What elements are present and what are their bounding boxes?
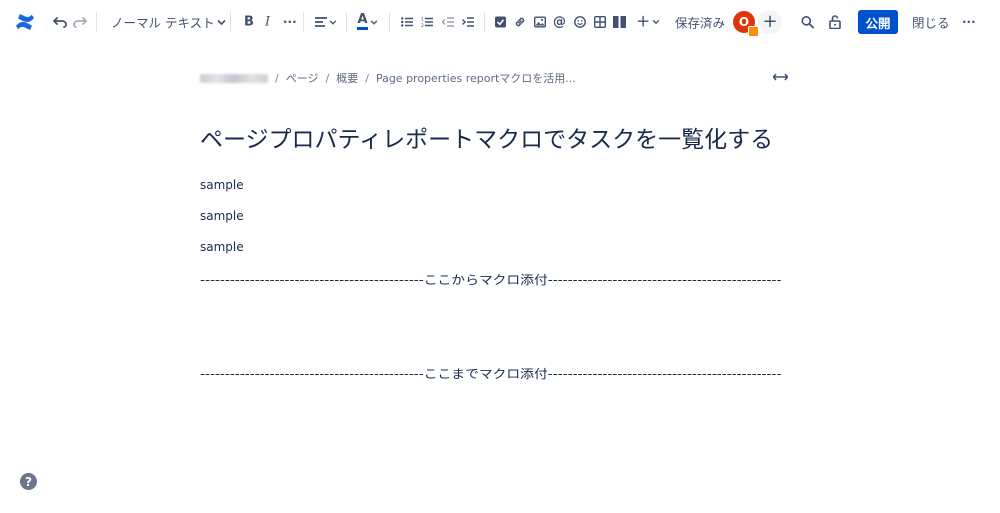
toolbar-divider (484, 12, 485, 32)
table-icon[interactable] (594, 16, 606, 28)
macro-end-marker[interactable]: ----------------------------------------… (200, 365, 781, 382)
toolbar-divider (230, 12, 231, 32)
toolbar-divider (389, 12, 390, 32)
bold-label: B (244, 14, 254, 30)
checkbox-icon[interactable] (495, 16, 506, 28)
invite-label: + (758, 10, 782, 34)
alignment-dropdown[interactable] (315, 17, 337, 27)
text-color-label: A (357, 12, 368, 27)
invite-button[interactable]: + (758, 10, 782, 34)
breadcrumb-item-current[interactable]: Page properties reportマクロを活用... (376, 70, 576, 86)
toolbar-divider (303, 12, 304, 32)
text-color-dropdown[interactable]: A (357, 12, 378, 30)
save-status: 保存済み (675, 13, 725, 32)
mention-button[interactable]: @ (553, 15, 566, 30)
help-icon[interactable]: ? (20, 473, 37, 490)
body-paragraph[interactable]: sample (200, 209, 244, 223)
close-label: 閉じる (912, 15, 950, 31)
chevron-down-icon (370, 19, 378, 25)
undo-icon[interactable] (53, 16, 67, 28)
chevron-down-icon (217, 19, 226, 25)
bold-button[interactable]: B (244, 15, 254, 30)
emoji-icon[interactable] (574, 16, 586, 28)
breadcrumb-item[interactable]: ページ (286, 70, 319, 86)
insert-dropdown[interactable]: + (636, 11, 660, 32)
publish-label: 公開 (858, 10, 898, 34)
help-label: ? (25, 474, 32, 489)
chevron-down-icon (652, 19, 660, 25)
mention-label: @ (553, 14, 566, 30)
more-formatting-button[interactable]: ··· (283, 15, 297, 29)
chevron-down-icon (329, 19, 337, 25)
breadcrumb-separator: / (275, 71, 279, 85)
layout-icon[interactable] (613, 16, 626, 28)
text-style-label: ノーマル テキスト (111, 15, 215, 31)
toolbar-divider (346, 12, 347, 32)
close-button[interactable]: 閉じる (912, 13, 950, 32)
breadcrumb-separator: / (365, 71, 369, 85)
text-style-dropdown[interactable]: ノーマル テキスト (111, 13, 226, 32)
svg-text:2: 2 (421, 23, 424, 28)
insert-label: + (636, 11, 651, 32)
outdent-icon[interactable] (442, 17, 454, 27)
numbered-list-icon[interactable]: 12 (421, 17, 433, 28)
toolbar-divider (96, 12, 97, 32)
publish-button[interactable]: 公開 (858, 10, 898, 34)
align-left-icon (315, 17, 327, 27)
image-icon[interactable] (534, 16, 546, 28)
avatar[interactable]: O (733, 11, 759, 37)
confluence-logo-icon[interactable] (15, 13, 35, 31)
more-formatting-label: ··· (283, 15, 297, 29)
body-paragraph[interactable]: sample (200, 240, 244, 254)
unlock-icon[interactable] (829, 15, 843, 29)
link-icon[interactable] (514, 16, 526, 28)
bullet-list-icon[interactable] (401, 17, 413, 27)
page-title[interactable]: ページプロパティレポートマクロでタスクを一覧化する (200, 120, 773, 154)
breadcrumb-item[interactable]: 概要 (336, 70, 358, 86)
more-actions-label: ··· (962, 15, 976, 29)
avatar-circle: O (733, 11, 759, 37)
expand-width-icon[interactable] (773, 73, 788, 81)
macro-start-marker[interactable]: ----------------------------------------… (200, 271, 781, 288)
breadcrumb: / ページ / 概要 / Page properties reportマクロを活… (200, 70, 576, 86)
save-status-label: 保存済み (675, 15, 726, 31)
svg-text:1: 1 (421, 17, 424, 23)
breadcrumb-separator: / (325, 71, 330, 85)
more-actions-button[interactable]: ··· (962, 15, 976, 29)
italic-button[interactable]: I (265, 15, 270, 30)
search-icon[interactable] (801, 16, 814, 29)
italic-label: I (265, 14, 271, 30)
redo-icon[interactable] (73, 16, 87, 28)
breadcrumb-space-obscured[interactable] (200, 73, 268, 83)
body-paragraph[interactable]: sample (200, 178, 244, 192)
editor-toolbar: ノーマル テキスト B I ··· A 12 @ + 保存済み O + 公開 閉… (0, 0, 1000, 44)
indent-icon[interactable] (462, 17, 474, 27)
text-color-swatch (357, 27, 368, 30)
